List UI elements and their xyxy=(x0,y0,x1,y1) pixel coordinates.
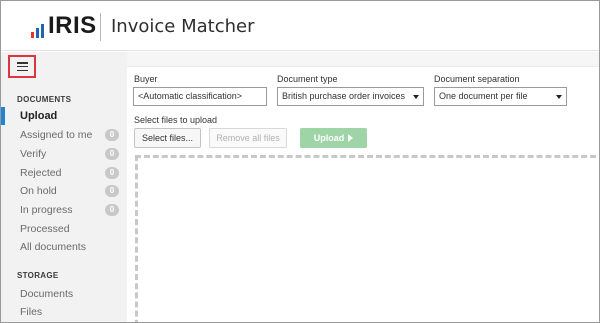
sidebar-item-label: In progress xyxy=(20,204,73,216)
file-drop-zone[interactable] xyxy=(135,155,599,322)
logo-wordmark: IRIS xyxy=(48,12,97,39)
buyer-label: Buyer xyxy=(134,74,158,84)
document-type-label: Document type xyxy=(277,74,338,84)
iris-logo: IRIS xyxy=(31,14,97,38)
remove-all-files-button[interactable]: Remove all files xyxy=(209,128,287,148)
chevron-down-icon xyxy=(556,95,562,99)
buyer-input[interactable]: <Automatic classification> xyxy=(133,87,267,106)
sidebar-item-label: Rejected xyxy=(20,167,62,179)
count-badge: 0 xyxy=(105,148,119,160)
main-content: Buyer <Automatic classification> Documen… xyxy=(127,52,599,322)
storage-section-title: STORAGE xyxy=(17,271,59,280)
app-header: IRIS Invoice Matcher xyxy=(1,1,599,51)
play-arrow-icon xyxy=(348,134,354,142)
document-type-value: British purchase order invoices xyxy=(282,91,406,101)
select-files-button[interactable]: Select files... xyxy=(134,128,201,148)
sidebar-item-rejected[interactable]: Rejected 0 xyxy=(1,164,127,182)
sidebar-item-storage-documents[interactable]: Documents xyxy=(1,285,127,303)
upload-button-label: Upload xyxy=(313,133,345,143)
sidebar-item-on-hold[interactable]: On hold 0 xyxy=(1,182,127,200)
count-badge: 0 xyxy=(105,204,119,216)
document-separation-label: Document separation xyxy=(434,74,520,84)
logo-bars-icon xyxy=(31,16,44,38)
sidebar-item-label: Assigned to me xyxy=(20,129,93,141)
chevron-down-icon xyxy=(413,95,419,99)
app-title: Invoice Matcher xyxy=(111,16,255,37)
header-divider xyxy=(100,13,101,41)
count-badge: 0 xyxy=(105,167,119,179)
sidebar: DOCUMENTS Upload Assigned to me 0 Verify… xyxy=(1,52,127,322)
hamburger-menu-icon xyxy=(16,62,28,71)
document-separation-value: One document per file xyxy=(439,91,528,101)
sidebar-item-processed[interactable]: Processed xyxy=(1,220,127,238)
sidebar-item-assigned-to-me[interactable]: Assigned to me 0 xyxy=(1,126,127,144)
sidebar-item-all-documents[interactable]: All documents xyxy=(1,238,127,256)
count-badge: 0 xyxy=(105,129,119,141)
app-window: IRIS Invoice Matcher DOCUMENTS Upload As… xyxy=(0,0,600,323)
count-badge: 0 xyxy=(105,185,119,197)
sidebar-item-label: All documents xyxy=(20,241,86,253)
top-strip xyxy=(127,52,599,67)
select-files-label: Select files to upload xyxy=(134,115,218,125)
sidebar-item-label: On hold xyxy=(20,185,57,197)
sidebar-item-label: Processed xyxy=(20,223,70,235)
hamburger-menu-button[interactable] xyxy=(8,55,36,78)
sidebar-item-in-progress[interactable]: In progress 0 xyxy=(1,201,127,219)
document-separation-select[interactable]: One document per file xyxy=(434,87,567,106)
sidebar-item-upload[interactable]: Upload xyxy=(1,107,127,125)
sidebar-item-label: Files xyxy=(20,306,43,318)
sidebar-item-label: Verify xyxy=(20,148,47,160)
sidebar-item-verify[interactable]: Verify 0 xyxy=(1,145,127,163)
sidebar-item-label: Upload xyxy=(20,110,58,122)
upload-button[interactable]: Upload xyxy=(300,128,367,148)
sidebar-item-files[interactable]: Files xyxy=(1,303,127,321)
sidebar-item-label: Documents xyxy=(20,288,74,300)
document-type-select[interactable]: British purchase order invoices xyxy=(277,87,424,106)
documents-section-title: DOCUMENTS xyxy=(17,95,72,104)
